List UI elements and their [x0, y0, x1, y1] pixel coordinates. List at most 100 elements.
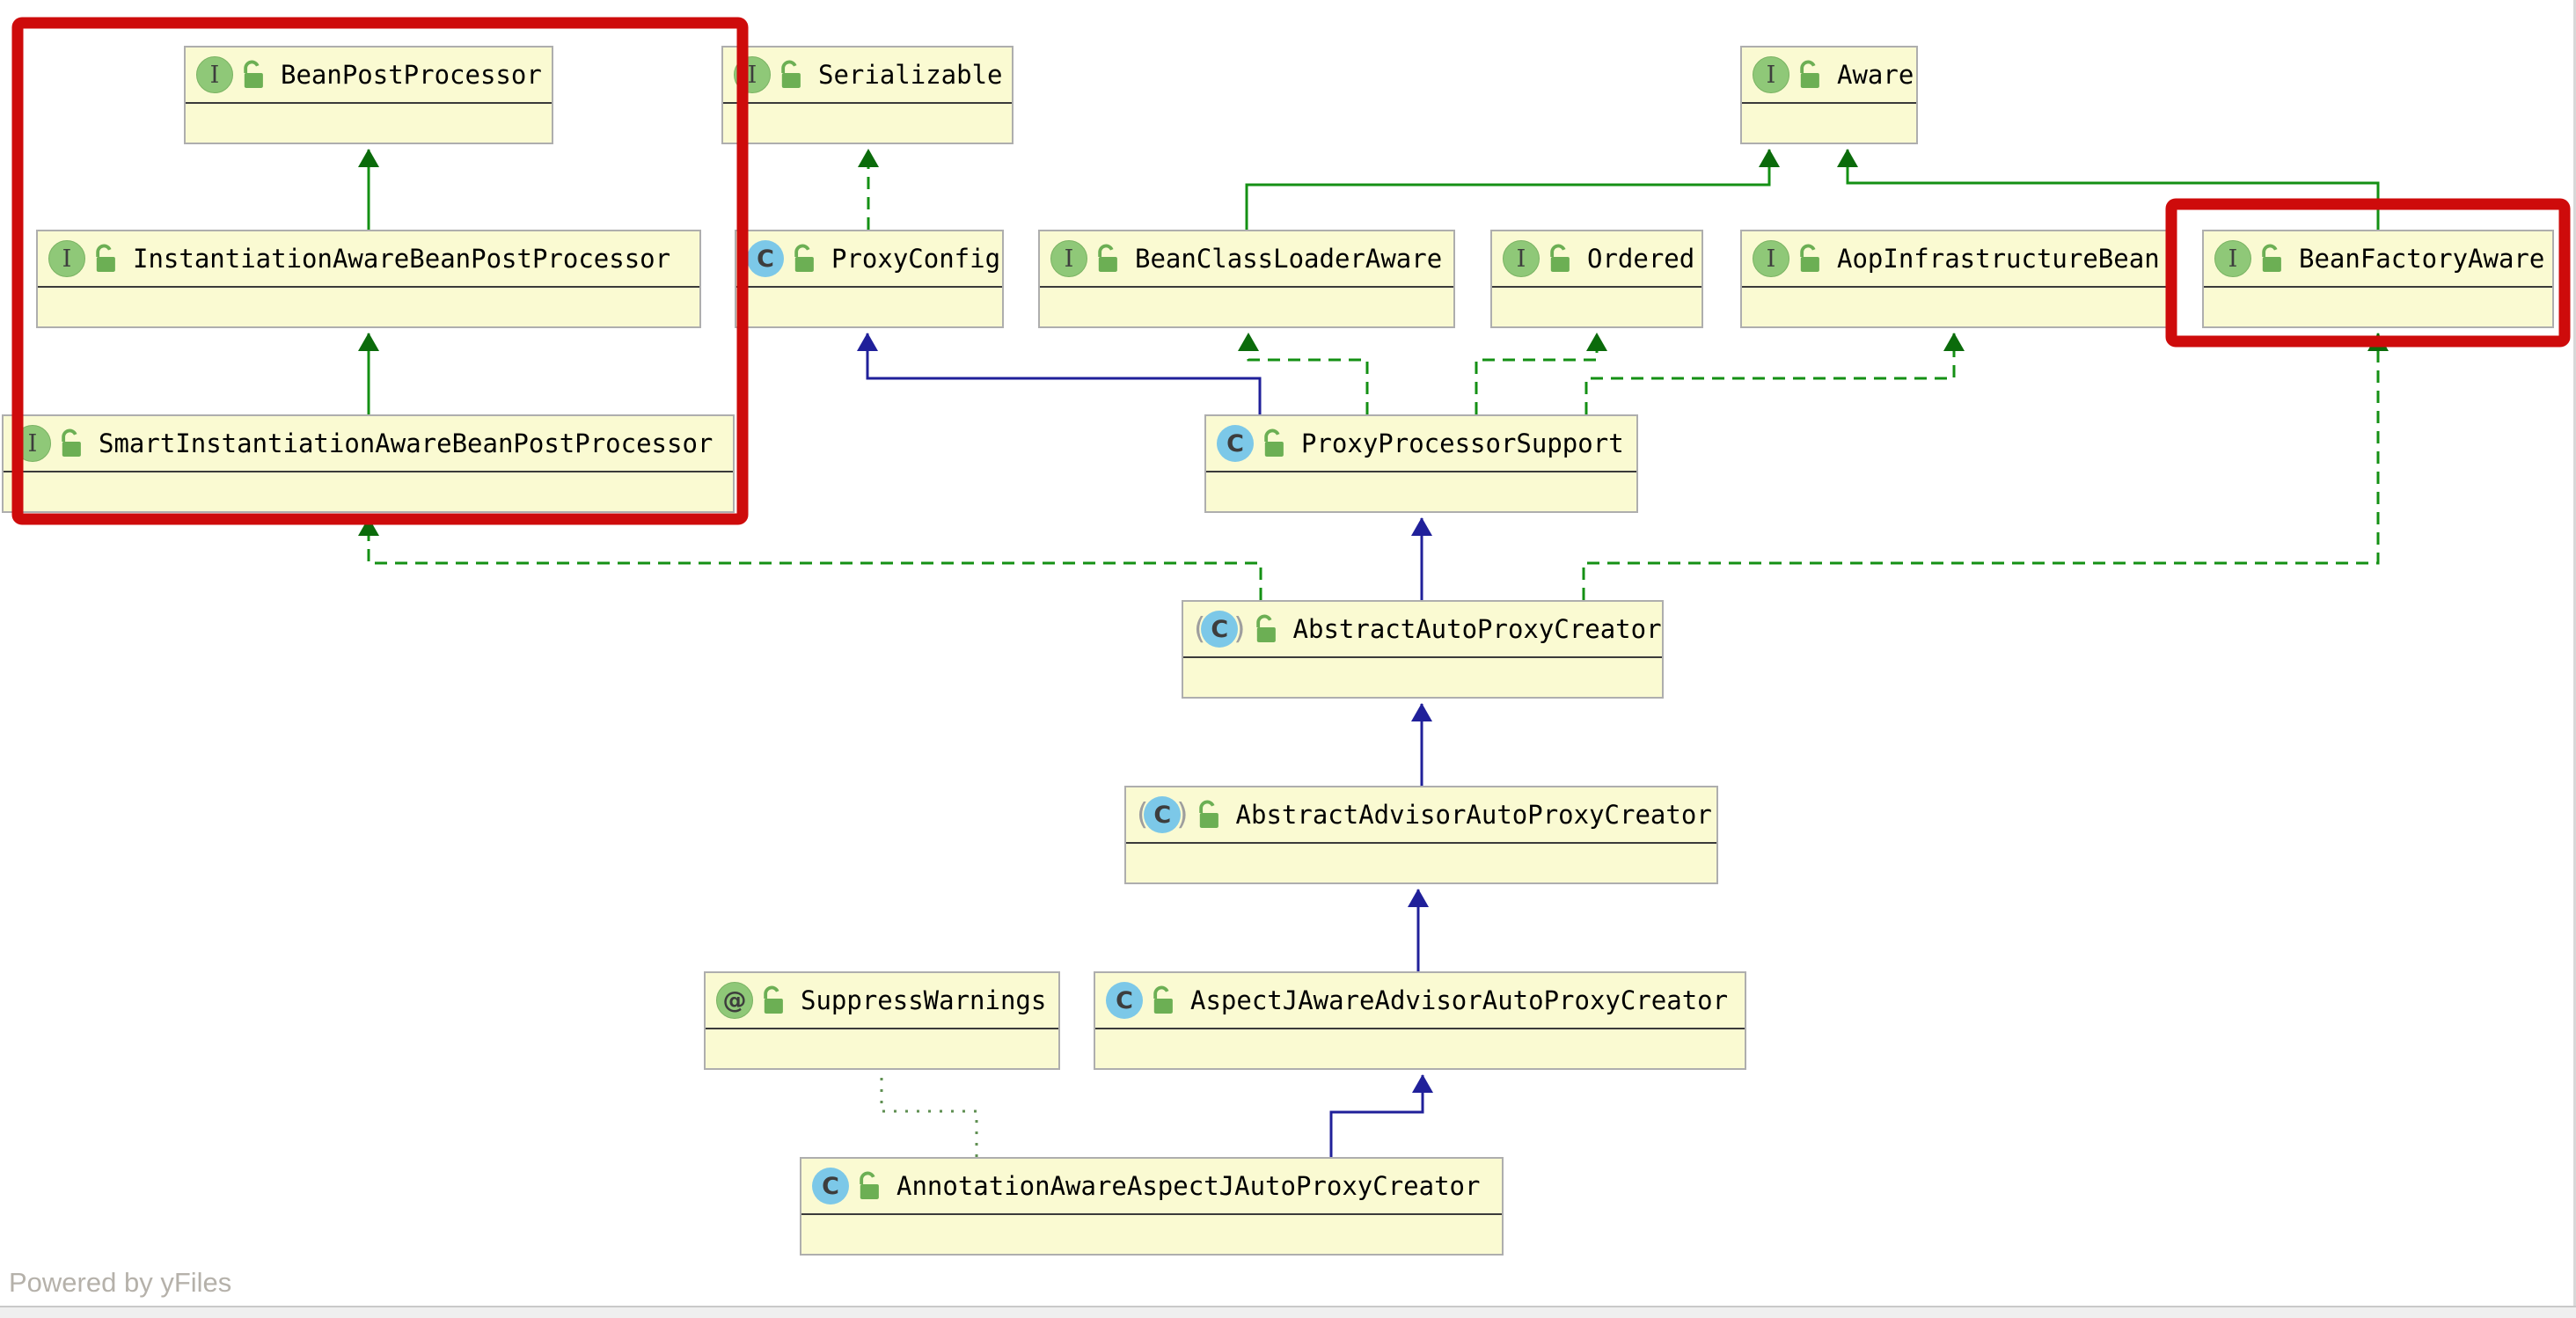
abstract-class-icon: (C): [1194, 611, 1246, 648]
class-node-aop-infrastructure-bean[interactable]: (I) AopInfrastructureBean: [1740, 230, 2172, 328]
class-node-bean-factory-aware[interactable]: (I) BeanFactoryAware: [2202, 230, 2554, 328]
powered-by-text: Powered by: [9, 1267, 153, 1298]
class-node-smart-instantiation-aware-bean-post-processor[interactable]: (I) SmartInstantiationAwareBeanPostProces…: [2, 414, 735, 513]
yfiles-link[interactable]: yFiles: [160, 1267, 231, 1298]
class-node-abstract-advisor-auto-proxy-creator[interactable]: (C) AbstractAdvisorAutoProxyCreator: [1124, 786, 1718, 884]
node-header: (C) AspectJAwareAdvisorAutoProxyCreator: [1095, 973, 1745, 1029]
unlocked-icon: [2262, 244, 2281, 272]
class-node-serializable[interactable]: (I) Serializable: [721, 46, 1014, 144]
node-members-section: [38, 288, 699, 326]
diagram-nodes-layer: (I) BeanPostProcessor (I) Serializable (I) Aw…: [0, 0, 2576, 1318]
unlocked-icon: [1153, 985, 1173, 1014]
class-node-aware[interactable]: (I) Aware: [1740, 46, 1918, 144]
node-members-section: [1095, 1029, 1745, 1068]
class-node-annotation-aware-aspectj-auto-proxy-creator[interactable]: (C) AnnotationAwareAspectJAutoProxyCreato…: [800, 1157, 1504, 1256]
node-label: AnnotationAwareAspectJAutoProxyCreator: [896, 1171, 1481, 1201]
node-members-section: [4, 472, 733, 511]
node-label: SmartInstantiationAwareBeanPostProcessor: [99, 428, 714, 458]
node-label: BeanClassLoaderAware: [1135, 244, 1443, 274]
unlocked-icon: [1550, 244, 1570, 272]
node-header: (C) AbstractAutoProxyCreator: [1183, 602, 1662, 658]
annotation-icon: (@): [716, 982, 753, 1019]
node-members-section: [706, 1029, 1058, 1068]
node-label: AopInfrastructureBean: [1837, 244, 2160, 274]
node-header: (I) Serializable: [723, 48, 1012, 104]
abstract-class-icon: (C): [1137, 796, 1189, 833]
node-header: (C) ProxyProcessorSupport: [1206, 416, 1636, 472]
node-header: (@) SuppressWarnings: [706, 973, 1058, 1029]
node-header: (I) Aware: [1742, 48, 1916, 104]
interface-icon: (I): [2214, 240, 2251, 277]
unlocked-icon: [1098, 244, 1117, 272]
interface-icon: (I): [1753, 240, 1789, 277]
node-header: (I) BeanPostProcessor: [186, 48, 552, 104]
node-label: Serializable: [818, 60, 1003, 90]
node-members-section: [1126, 844, 1716, 882]
unlocked-icon: [62, 428, 81, 457]
unlocked-icon: [1255, 614, 1276, 642]
node-header: (C) AnnotationAwareAspectJAutoProxyCreato…: [801, 1159, 1502, 1215]
unlocked-icon: [96, 244, 115, 272]
node-label: Aware: [1837, 60, 1914, 90]
node-label: ProxyProcessorSupport: [1301, 428, 1624, 458]
node-label: Ordered: [1587, 244, 1695, 274]
node-header: (I) SmartInstantiationAwareBeanPostProces…: [4, 416, 733, 472]
class-node-suppress-warnings[interactable]: (@) SuppressWarnings: [704, 971, 1060, 1070]
interface-icon: (I): [196, 56, 233, 93]
class-node-bean-class-loader-aware[interactable]: (I) BeanClassLoaderAware: [1038, 230, 1455, 328]
unlocked-icon: [1800, 244, 1819, 272]
interface-icon: (I): [1753, 56, 1789, 93]
unlocked-icon: [764, 985, 783, 1014]
class-icon: (C): [747, 240, 784, 277]
unlocked-icon: [781, 60, 801, 88]
interface-icon: (I): [14, 425, 51, 462]
class-node-proxy-config[interactable]: (C) ProxyConfig: [735, 230, 1004, 328]
node-label: ProxyConfig: [831, 244, 1001, 274]
unlocked-icon: [1198, 800, 1218, 828]
node-members-section: [801, 1215, 1502, 1254]
node-members-section: [1492, 288, 1701, 326]
node-label: SuppressWarnings: [801, 985, 1047, 1015]
unlocked-icon: [244, 60, 263, 88]
class-node-bean-post-processor[interactable]: (I) BeanPostProcessor: [184, 46, 553, 144]
node-header: (I) BeanFactoryAware: [2204, 231, 2552, 288]
class-node-ordered[interactable]: (I) Ordered: [1490, 230, 1703, 328]
node-members-section: [1742, 104, 1916, 143]
unlocked-icon: [1800, 60, 1819, 88]
node-header: (I) Ordered: [1492, 231, 1701, 288]
horizontal-scrollbar-track[interactable]: [0, 1306, 2576, 1318]
interface-icon: (I): [1503, 240, 1540, 277]
unlocked-icon: [860, 1171, 879, 1199]
class-node-proxy-processor-support[interactable]: (C) ProxyProcessorSupport: [1204, 414, 1638, 513]
powered-by-yfiles: Powered by yFiles: [9, 1267, 231, 1299]
node-header: (C) ProxyConfig: [736, 231, 1002, 288]
node-members-section: [2204, 288, 2552, 326]
class-icon: (C): [1106, 982, 1143, 1019]
node-header: (I) InstantiationAwareBeanPostProcessor: [38, 231, 699, 288]
node-label: BeanPostProcessor: [281, 60, 542, 90]
class-node-instantiation-aware-bean-post-processor[interactable]: (I) InstantiationAwareBeanPostProcessor: [36, 230, 701, 328]
node-members-section: [723, 104, 1012, 143]
unlocked-icon: [1264, 428, 1284, 457]
uml-diagram-canvas: (I) BeanPostProcessor (I) Serializable (I) Aw…: [0, 0, 2576, 1318]
node-members-section: [1183, 658, 1662, 697]
node-members-section: [1040, 288, 1453, 326]
node-label: BeanFactoryAware: [2299, 244, 2545, 274]
node-header: (I) AopInfrastructureBean: [1742, 231, 2170, 288]
node-header: (C) AbstractAdvisorAutoProxyCreator: [1126, 787, 1716, 844]
class-node-abstract-auto-proxy-creator[interactable]: (C) AbstractAutoProxyCreator: [1182, 600, 1664, 699]
unlocked-icon: [794, 244, 814, 272]
node-label: AbstractAutoProxyCreator: [1292, 614, 1662, 644]
node-members-section: [1206, 472, 1636, 511]
class-icon: (C): [1217, 425, 1254, 462]
interface-icon: (I): [48, 240, 85, 277]
node-members-section: [186, 104, 552, 143]
class-node-aspectj-aware-advisor-auto-proxy-creator[interactable]: (C) AspectJAwareAdvisorAutoProxyCreator: [1094, 971, 1746, 1070]
interface-icon: (I): [1050, 240, 1087, 277]
node-label: AbstractAdvisorAutoProxyCreator: [1235, 800, 1712, 830]
node-label: AspectJAwareAdvisorAutoProxyCreator: [1190, 985, 1729, 1015]
node-label: InstantiationAwareBeanPostProcessor: [133, 244, 671, 274]
node-members-section: [1742, 288, 2170, 326]
node-header: (I) BeanClassLoaderAware: [1040, 231, 1453, 288]
interface-icon: (I): [734, 56, 771, 93]
